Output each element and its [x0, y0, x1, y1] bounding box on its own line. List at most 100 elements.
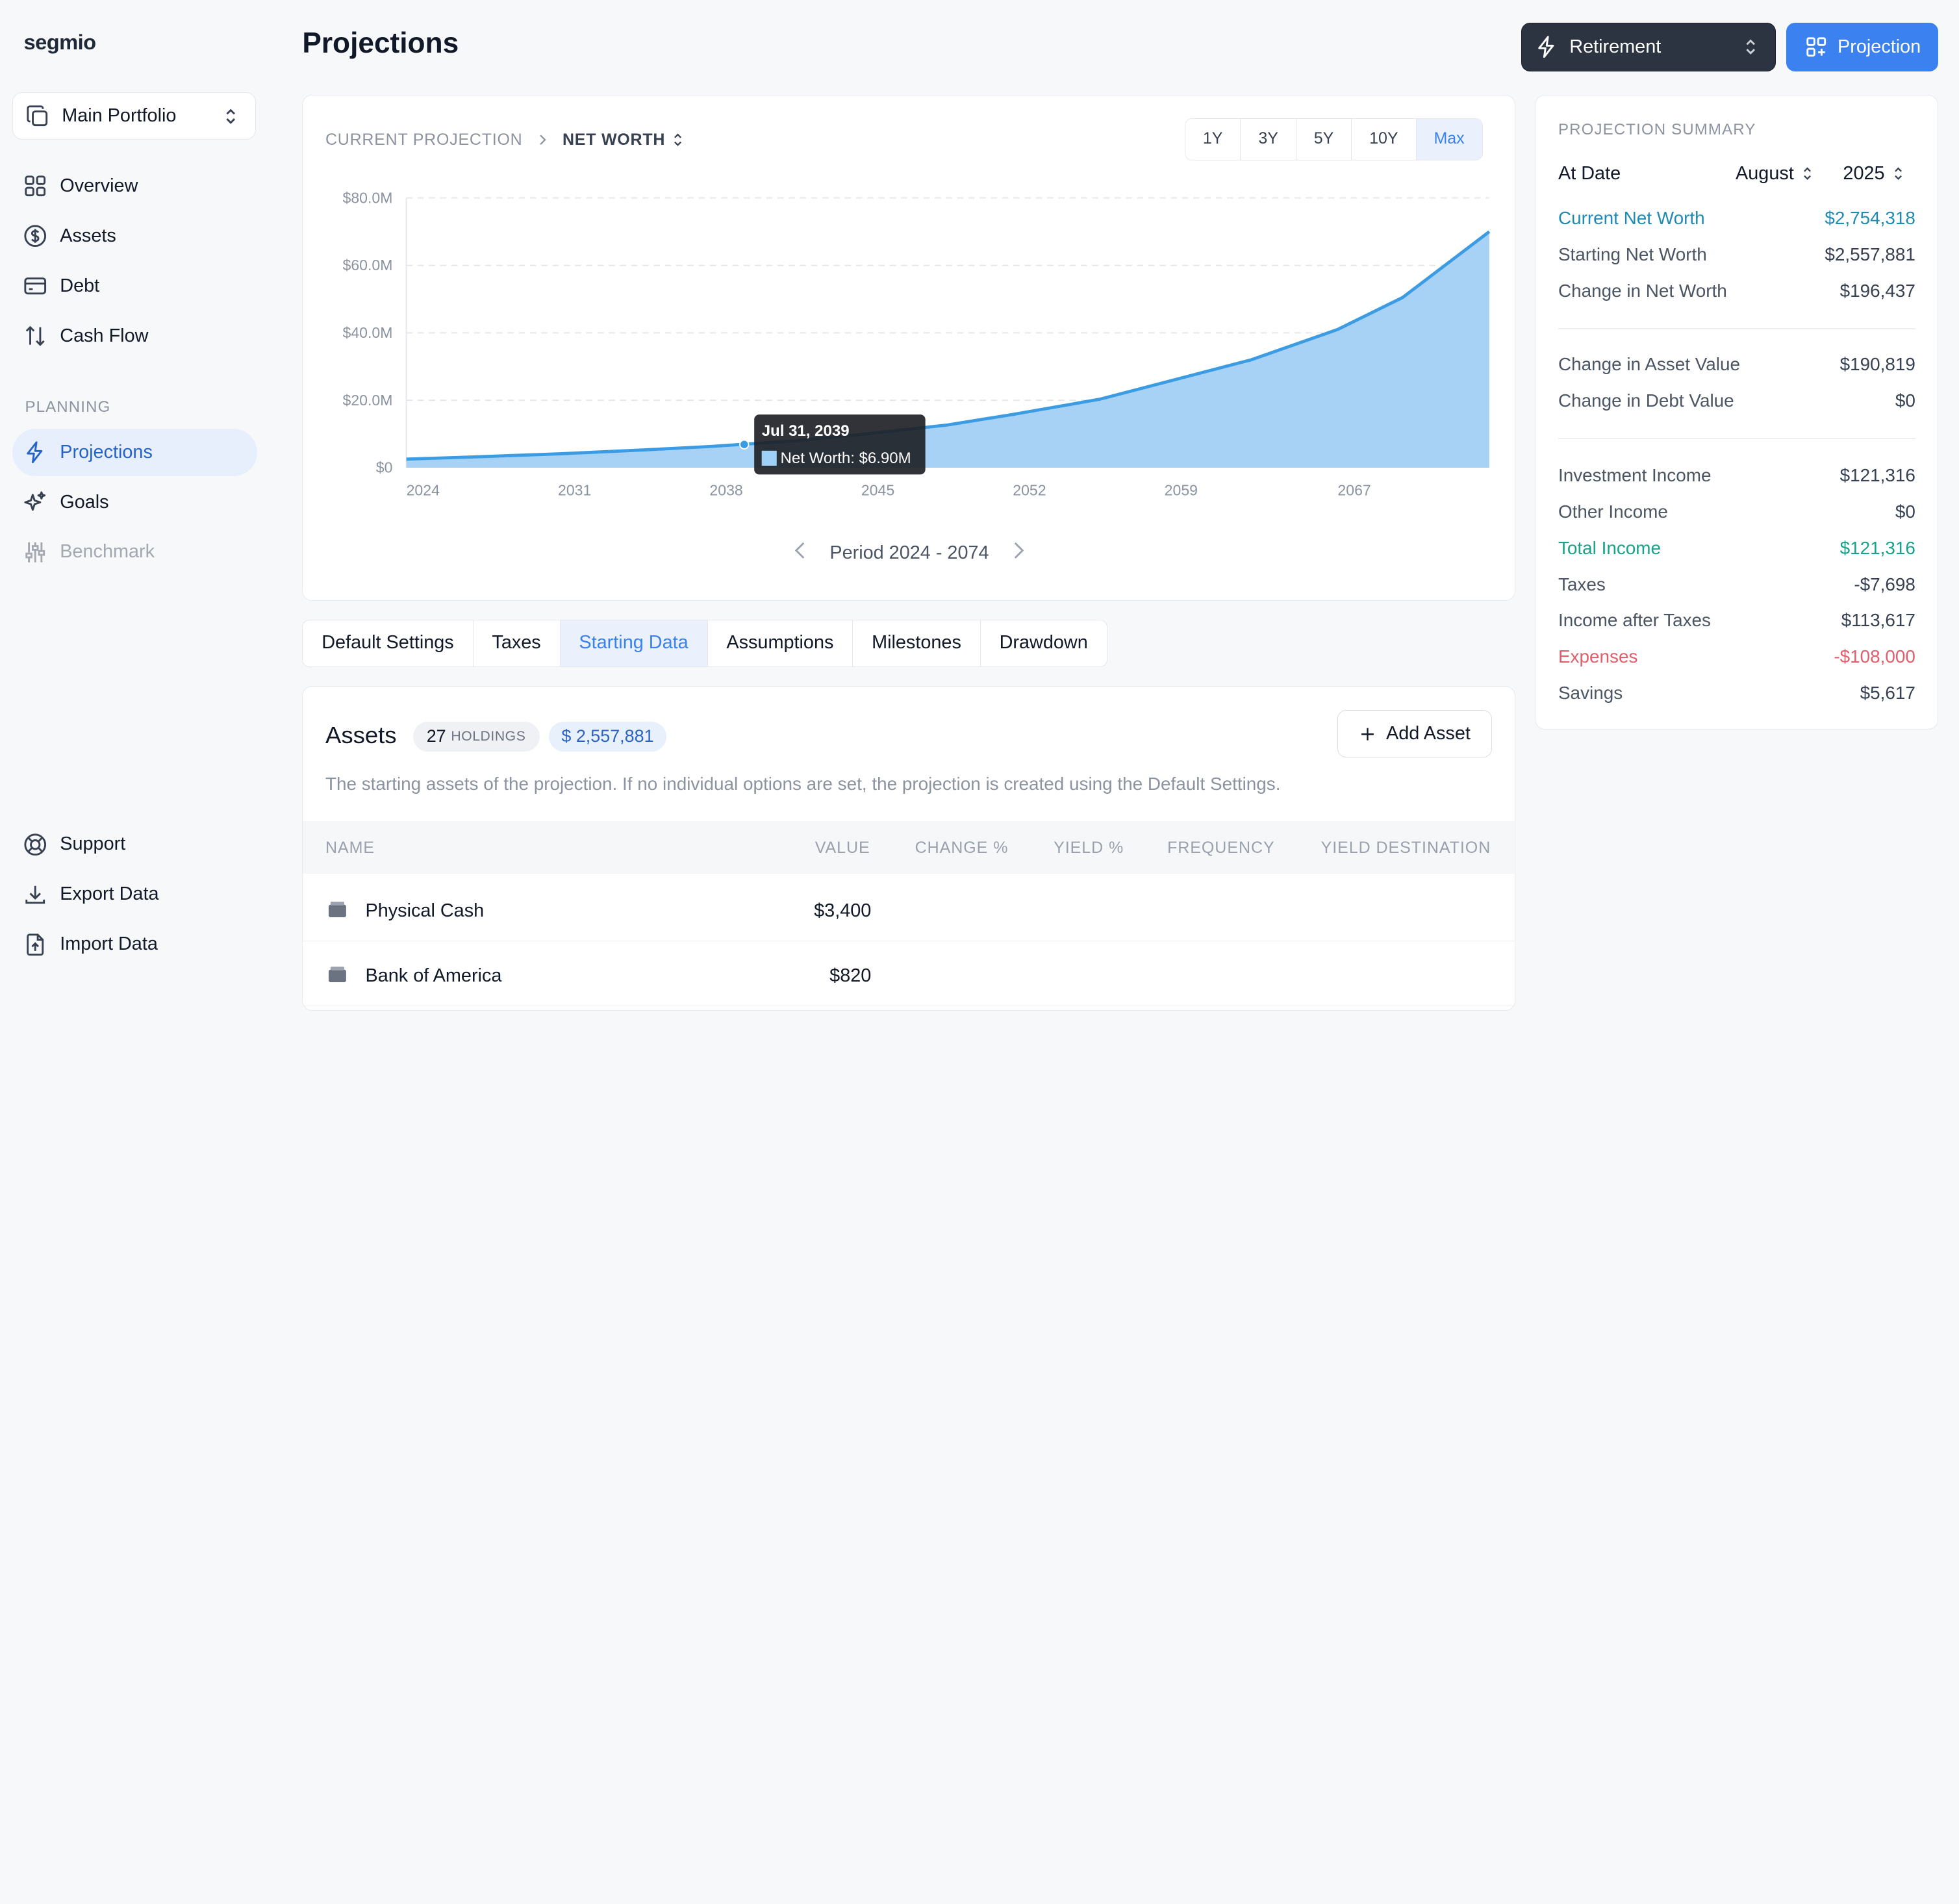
sidebar-item-label: Export Data: [60, 883, 159, 905]
sidebar-item-projections[interactable]: Projections: [12, 428, 258, 476]
summary-value: $2,754,318: [1825, 208, 1915, 229]
tab-assumptions[interactable]: Assumptions: [708, 620, 853, 666]
asset-value: $820: [829, 965, 872, 986]
scenario-select[interactable]: Retirement: [1521, 22, 1776, 71]
x-tick-label: 2045: [861, 482, 894, 499]
net-worth-chart[interactable]: $0 $20.0M $40.0M $60.0M $80.0M 2024 2031 2038 20…: [303, 95, 1515, 520]
add-asset-label: Add Asset: [1386, 723, 1471, 744]
month-value: August: [1736, 162, 1794, 184]
summary-label: Change in Asset Value: [1558, 354, 1740, 375]
sidebar-item-label: Assets: [60, 225, 116, 246]
summary-value: $0: [1895, 390, 1915, 411]
table-row[interactable]: Physical Cash $3,400: [303, 876, 1515, 941]
summary-value: $121,316: [1839, 537, 1915, 558]
assets-table-header: NAME VALUE CHANGE % YIELD % FREQUENCY YI…: [303, 821, 1515, 874]
table-row[interactable]: Bank of America $820: [303, 941, 1515, 1006]
bolt-icon: [23, 440, 47, 464]
new-projection-button[interactable]: Projection: [1786, 22, 1939, 71]
sidebar-item-debt[interactable]: Debt: [12, 262, 257, 310]
holdings-label: HOLDINGS: [451, 728, 526, 744]
summary-label: Expenses: [1558, 646, 1638, 667]
summary-label: Other Income: [1558, 501, 1668, 522]
summary-divider: [1558, 438, 1915, 439]
y-tick-label: $60.0M: [343, 257, 393, 273]
summary-row-total-income: Total Income $121,316: [1558, 538, 1915, 559]
at-date-label: At Date: [1558, 162, 1621, 184]
column-header-change[interactable]: CHANGE %: [915, 839, 1009, 857]
sidebar-item-label: Import Data: [60, 933, 158, 955]
download-icon: [23, 882, 47, 907]
summary-value: $196,437: [1839, 280, 1915, 301]
scenario-label: Retirement: [1569, 36, 1662, 57]
sidebar-item-label: Debt: [60, 275, 100, 296]
assets-title: Assets: [325, 721, 397, 748]
column-header-yield-destination[interactable]: YIELD DESTINATION: [1321, 839, 1491, 857]
summary-label: Total Income: [1558, 537, 1662, 558]
holdings-badge: 27 HOLDINGS: [412, 721, 540, 752]
apps-plus-icon: [1804, 34, 1828, 59]
x-tick-label: 2052: [1013, 482, 1046, 499]
summary-label: Starting Net Worth: [1558, 244, 1707, 264]
column-header-frequency[interactable]: FREQUENCY: [1167, 839, 1275, 857]
previous-period-button[interactable]: [792, 540, 807, 566]
summary-value: $121,316: [1839, 465, 1915, 486]
summary-row-other-income: Other Income $0: [1558, 501, 1915, 522]
tab-default-settings[interactable]: Default Settings: [303, 620, 474, 666]
grid-icon: [23, 173, 47, 198]
summary-value: -$108,000: [1834, 646, 1915, 667]
sidebar-item-export-data[interactable]: Export Data: [12, 870, 257, 918]
asset-value: $3,400: [814, 900, 872, 921]
column-header-value[interactable]: VALUE: [815, 839, 870, 857]
column-header-yield[interactable]: YIELD %: [1054, 839, 1124, 857]
summary-value: $0: [1895, 501, 1915, 522]
tab-taxes[interactable]: Taxes: [474, 620, 561, 666]
portfolio-label: Main Portfolio: [62, 105, 177, 127]
chevron-left-icon: [794, 542, 804, 559]
summary-label: Current Net Worth: [1558, 208, 1705, 229]
lifebuoy-icon: [23, 832, 47, 857]
month-select[interactable]: August: [1736, 163, 1815, 184]
tab-starting-data[interactable]: Starting Data: [560, 620, 708, 666]
sidebar-item-assets[interactable]: Assets: [12, 212, 257, 260]
column-header-name[interactable]: NAME: [325, 839, 375, 857]
sidebar-item-import-data[interactable]: Import Data: [12, 920, 257, 968]
plus-icon: [1359, 725, 1376, 743]
tab-drawdown[interactable]: Drawdown: [981, 620, 1107, 666]
chart-card: CURRENT PROJECTION NET WORTH 1Y 3Y 5Y 10…: [302, 95, 1515, 601]
area-fill-net-worth: [406, 231, 1490, 468]
assets-card: Assets 27 HOLDINGS $ 2,557,881 Add Asset…: [302, 685, 1515, 1011]
wallet-icon: [328, 900, 347, 924]
tooltip-date: Jul 31, 2039: [762, 422, 850, 440]
summary-value: $2,557,881: [1825, 244, 1915, 264]
x-tick-label: 2031: [558, 482, 591, 499]
sidebar-item-overview[interactable]: Overview: [12, 162, 257, 210]
sidebar-item-label: Benchmark: [60, 541, 155, 563]
sidebar-item-label: Overview: [60, 175, 138, 197]
app-logo: segmio: [23, 30, 97, 55]
tab-milestones[interactable]: Milestones: [853, 620, 981, 666]
page-title: Projections: [302, 27, 459, 60]
main-nav: Overview Assets Debt Cash Flow: [12, 162, 257, 362]
sidebar-item-benchmark[interactable]: Benchmark: [12, 528, 257, 576]
summary-label: Investment Income: [1558, 465, 1712, 486]
sidebar-item-cash-flow[interactable]: Cash Flow: [12, 312, 257, 360]
y-tick-label: $40.0M: [343, 324, 393, 341]
add-asset-button[interactable]: Add Asset: [1337, 710, 1493, 758]
sidebar-item-label: Cash Flow: [60, 325, 149, 346]
portfolio-selector[interactable]: Main Portfolio: [12, 92, 257, 140]
next-period-button[interactable]: [1011, 540, 1026, 566]
sidebar-item-goals[interactable]: Goals: [12, 478, 257, 526]
sidebar-item-support[interactable]: Support: [12, 820, 257, 868]
y-tick-label: $80.0M: [343, 190, 393, 207]
wallet-icon: [328, 965, 347, 989]
summary-row-income-after-taxes: Income after Taxes $113,617: [1558, 610, 1915, 631]
planning-section-label: PLANNING: [25, 398, 111, 416]
summary-row-taxes: Taxes -$7,698: [1558, 574, 1915, 595]
summary-title: PROJECTION SUMMARY: [1558, 120, 1756, 138]
summary-value: $5,617: [1860, 682, 1915, 703]
year-select[interactable]: 2025: [1843, 163, 1906, 184]
sidebar: segmio Main Portfolio Overview Assets De…: [0, 0, 275, 989]
summary-row-change-debt-value: Change in Debt Value $0: [1558, 390, 1915, 411]
summary-row-current-net-worth: Current Net Worth $2,754,318: [1558, 208, 1915, 229]
bolt-icon: [1534, 34, 1559, 59]
